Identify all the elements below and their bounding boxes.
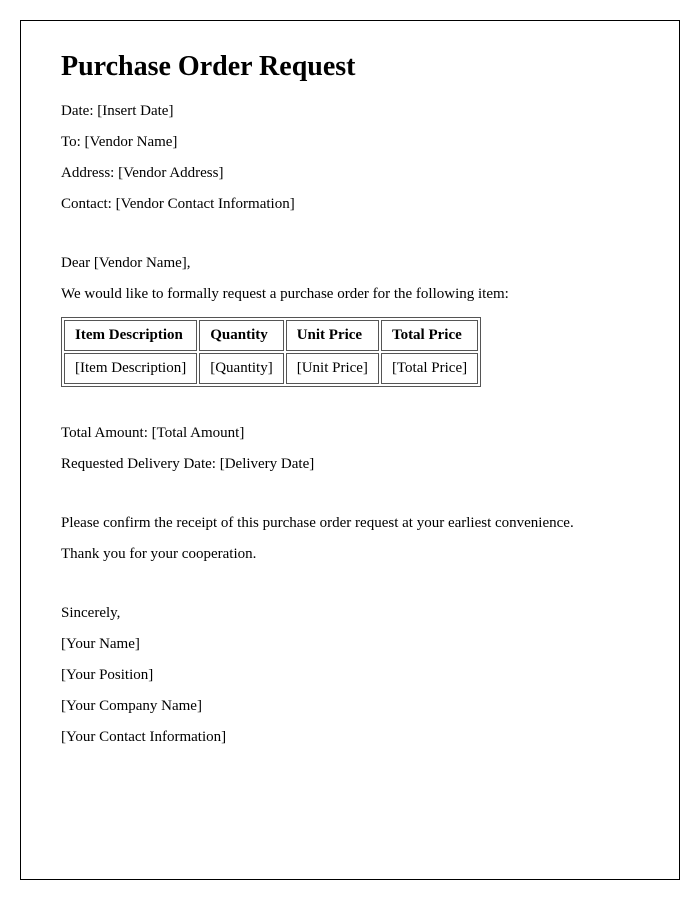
intro-text: We would like to formally request a purc…	[61, 286, 639, 303]
sig-position: [Your Position]	[61, 667, 639, 684]
delivery-date-value: [Delivery Date]	[220, 456, 315, 472]
date-label: Date:	[61, 103, 93, 119]
sig-name: [Your Name]	[61, 636, 639, 653]
table-row: [Item Description] [Quantity] [Unit Pric…	[64, 353, 478, 384]
sig-contact: [Your Contact Information]	[61, 729, 639, 746]
col-unit: Unit Price	[286, 320, 379, 351]
col-item: Item Description	[64, 320, 197, 351]
contact-value: [Vendor Contact Information]	[116, 196, 295, 212]
sincerely: Sincerely,	[61, 605, 639, 622]
cell-total: [Total Price]	[381, 353, 478, 384]
col-total: Total Price	[381, 320, 478, 351]
total-amount-label: Total Amount:	[61, 425, 148, 441]
delivery-date-line: Requested Delivery Date: [Delivery Date]	[61, 456, 639, 473]
thanks-text: Thank you for your cooperation.	[61, 546, 639, 563]
total-amount-line: Total Amount: [Total Amount]	[61, 425, 639, 442]
cell-unit: [Unit Price]	[286, 353, 379, 384]
col-qty: Quantity	[199, 320, 283, 351]
document-page: Purchase Order Request Date: [Insert Dat…	[20, 20, 680, 880]
table-header-row: Item Description Quantity Unit Price Tot…	[64, 320, 478, 351]
address-label: Address:	[61, 165, 114, 181]
salutation: Dear [Vendor Name],	[61, 255, 639, 272]
document-title: Purchase Order Request	[61, 51, 639, 83]
sig-company: [Your Company Name]	[61, 698, 639, 715]
contact-label: Contact:	[61, 196, 112, 212]
to-line: To: [Vendor Name]	[61, 134, 639, 151]
delivery-date-label: Requested Delivery Date:	[61, 456, 216, 472]
to-label: To:	[61, 134, 81, 150]
total-amount-value: [Total Amount]	[152, 425, 245, 441]
confirm-text: Please confirm the receipt of this purch…	[61, 515, 639, 532]
contact-line: Contact: [Vendor Contact Information]	[61, 196, 639, 213]
address-value: [Vendor Address]	[118, 165, 223, 181]
cell-item: [Item Description]	[64, 353, 197, 384]
items-table: Item Description Quantity Unit Price Tot…	[61, 317, 481, 387]
cell-qty: [Quantity]	[199, 353, 283, 384]
address-line: Address: [Vendor Address]	[61, 165, 639, 182]
date-value: [Insert Date]	[97, 103, 173, 119]
date-line: Date: [Insert Date]	[61, 103, 639, 120]
to-value: [Vendor Name]	[85, 134, 178, 150]
